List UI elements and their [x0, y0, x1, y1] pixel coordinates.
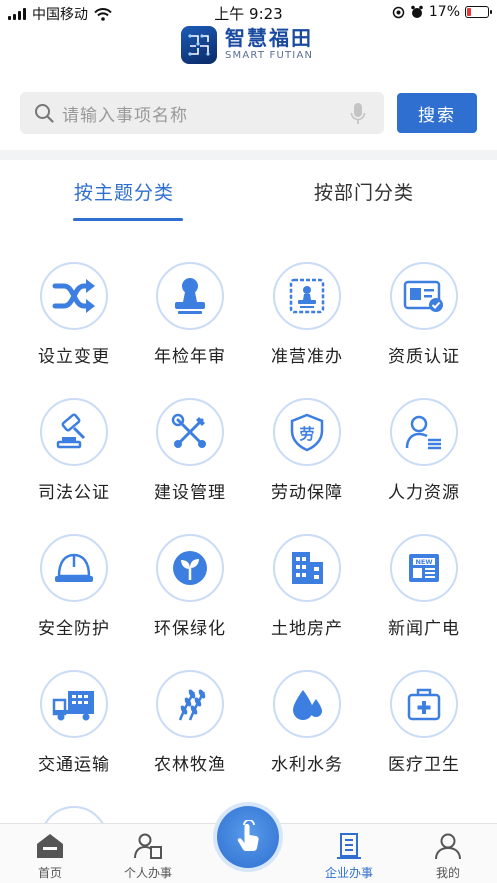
hard-hat-icon — [40, 534, 108, 602]
category-item-partial[interactable] — [16, 806, 132, 823]
tab-mine-label: 我的 — [435, 866, 460, 880]
category-item-human-resources[interactable]: 人力资源 — [366, 398, 482, 518]
category-item-news-broadcast[interactable]: NEW 新闻广电 — [366, 534, 482, 654]
category-item-transport[interactable]: 交通运输 — [16, 670, 132, 790]
sprout-icon — [156, 534, 224, 602]
status-bar: 中国移动 上午 9:23 17% — [0, 0, 497, 26]
category-label: 人力资源 — [388, 483, 460, 503]
tab-home-label: 首页 — [37, 866, 62, 880]
category-tabs: 按主题分类 按部门分类 — [0, 160, 497, 230]
category-label: 资质认证 — [388, 347, 460, 367]
alarm-icon — [411, 5, 423, 18]
labor-shield-icon: 劳 — [273, 398, 341, 466]
rotation-lock-icon — [392, 6, 405, 18]
medical-kit-icon — [390, 670, 458, 738]
category-label: 年检年审 — [154, 347, 226, 367]
category-item-construction[interactable]: 建设管理 — [132, 398, 248, 518]
category-label: 准营准办 — [271, 347, 343, 367]
brand-name-en: SMART FUTIAN — [225, 50, 314, 61]
enterprise-doc-icon — [337, 833, 361, 859]
home-icon — [37, 834, 63, 858]
tap-hand-icon — [237, 820, 259, 851]
logo-mark-icon — [181, 26, 217, 64]
quick-action-button[interactable] — [217, 806, 279, 868]
stamp-icon — [156, 262, 224, 330]
tools-icon — [156, 398, 224, 466]
category-label: 建设管理 — [154, 483, 226, 503]
shuffle-icon — [40, 262, 108, 330]
tab-personal-label: 个人办事 — [123, 866, 172, 880]
category-label: 医疗卫生 — [388, 755, 460, 775]
brand-name-cn: 智慧福田 — [225, 26, 313, 50]
gavel-icon — [40, 398, 108, 466]
category-item-safety[interactable]: 安全防护 — [16, 534, 132, 654]
category-item-annual-review[interactable]: 年检年审 — [132, 262, 248, 382]
search-icon — [35, 104, 54, 123]
category-label: 设立变更 — [38, 347, 110, 367]
tab-mine[interactable]: 我的 — [408, 832, 488, 881]
category-item-land-property[interactable]: 土地房产 — [249, 534, 365, 654]
search-placeholder: 请输入事项名称 — [62, 105, 188, 126]
tab-home[interactable]: 首页 — [10, 832, 90, 881]
section-divider — [0, 150, 497, 160]
category-item-environment[interactable]: 环保绿化 — [132, 534, 248, 654]
category-item-agriculture[interactable]: 农林牧渔 — [132, 670, 248, 790]
category-label: 农林牧渔 — [154, 755, 226, 775]
category-item-water[interactable]: 水利水务 — [249, 670, 365, 790]
category-item-qualification[interactable]: 资质认证 — [366, 262, 482, 382]
tab-personal[interactable]: 个人办事 — [108, 832, 188, 881]
category-label: 司法公证 — [38, 483, 110, 503]
category-label: 土地房产 — [271, 619, 343, 639]
category-label: 环保绿化 — [154, 619, 226, 639]
person-doc-icon — [134, 833, 162, 859]
wheat-icon — [156, 670, 224, 738]
tab-by-department[interactable]: 按部门分类 — [314, 178, 414, 205]
tab-by-theme[interactable]: 按主题分类 — [74, 178, 174, 205]
category-label: 安全防护 — [38, 619, 110, 639]
active-tab-indicator — [73, 218, 183, 221]
category-icon — [40, 806, 108, 823]
water-drops-icon — [273, 670, 341, 738]
truck-icon — [40, 670, 108, 738]
certificate-stamp-icon — [273, 262, 341, 330]
category-label: 新闻广电 — [388, 619, 460, 639]
search-bar: 请输入事项名称 搜索 — [0, 78, 497, 150]
battery-percent: 17% — [428, 4, 460, 20]
app-logo: 智慧福田 SMART FUTIAN — [181, 25, 313, 65]
id-card-icon — [390, 262, 458, 330]
category-item-setup-change[interactable]: 设立变更 — [16, 262, 132, 382]
tab-enterprise-label: 企业办事 — [324, 866, 373, 880]
search-button[interactable]: 搜索 — [397, 93, 477, 133]
buildings-icon — [273, 534, 341, 602]
category-label: 交通运输 — [38, 755, 110, 775]
category-item-judicial-notary[interactable]: 司法公证 — [16, 398, 132, 518]
tab-enterprise[interactable]: 企业办事 — [309, 832, 389, 881]
category-item-labor-security[interactable]: 劳 劳动保障 — [249, 398, 365, 518]
svg-text:NEW: NEW — [415, 558, 432, 566]
category-item-business-permit[interactable]: 准营准办 — [249, 262, 365, 382]
svg-text:劳: 劳 — [299, 425, 314, 443]
category-label: 劳动保障 — [271, 483, 343, 503]
search-input[interactable]: 请输入事项名称 — [20, 92, 384, 134]
battery-icon — [465, 6, 492, 18]
person-list-icon — [390, 398, 458, 466]
category-label: 水利水务 — [271, 755, 343, 775]
profile-icon — [435, 833, 461, 860]
newspaper-icon: NEW — [390, 534, 458, 602]
microphone-icon[interactable] — [350, 102, 366, 126]
category-item-medical[interactable]: 医疗卫生 — [366, 670, 482, 790]
